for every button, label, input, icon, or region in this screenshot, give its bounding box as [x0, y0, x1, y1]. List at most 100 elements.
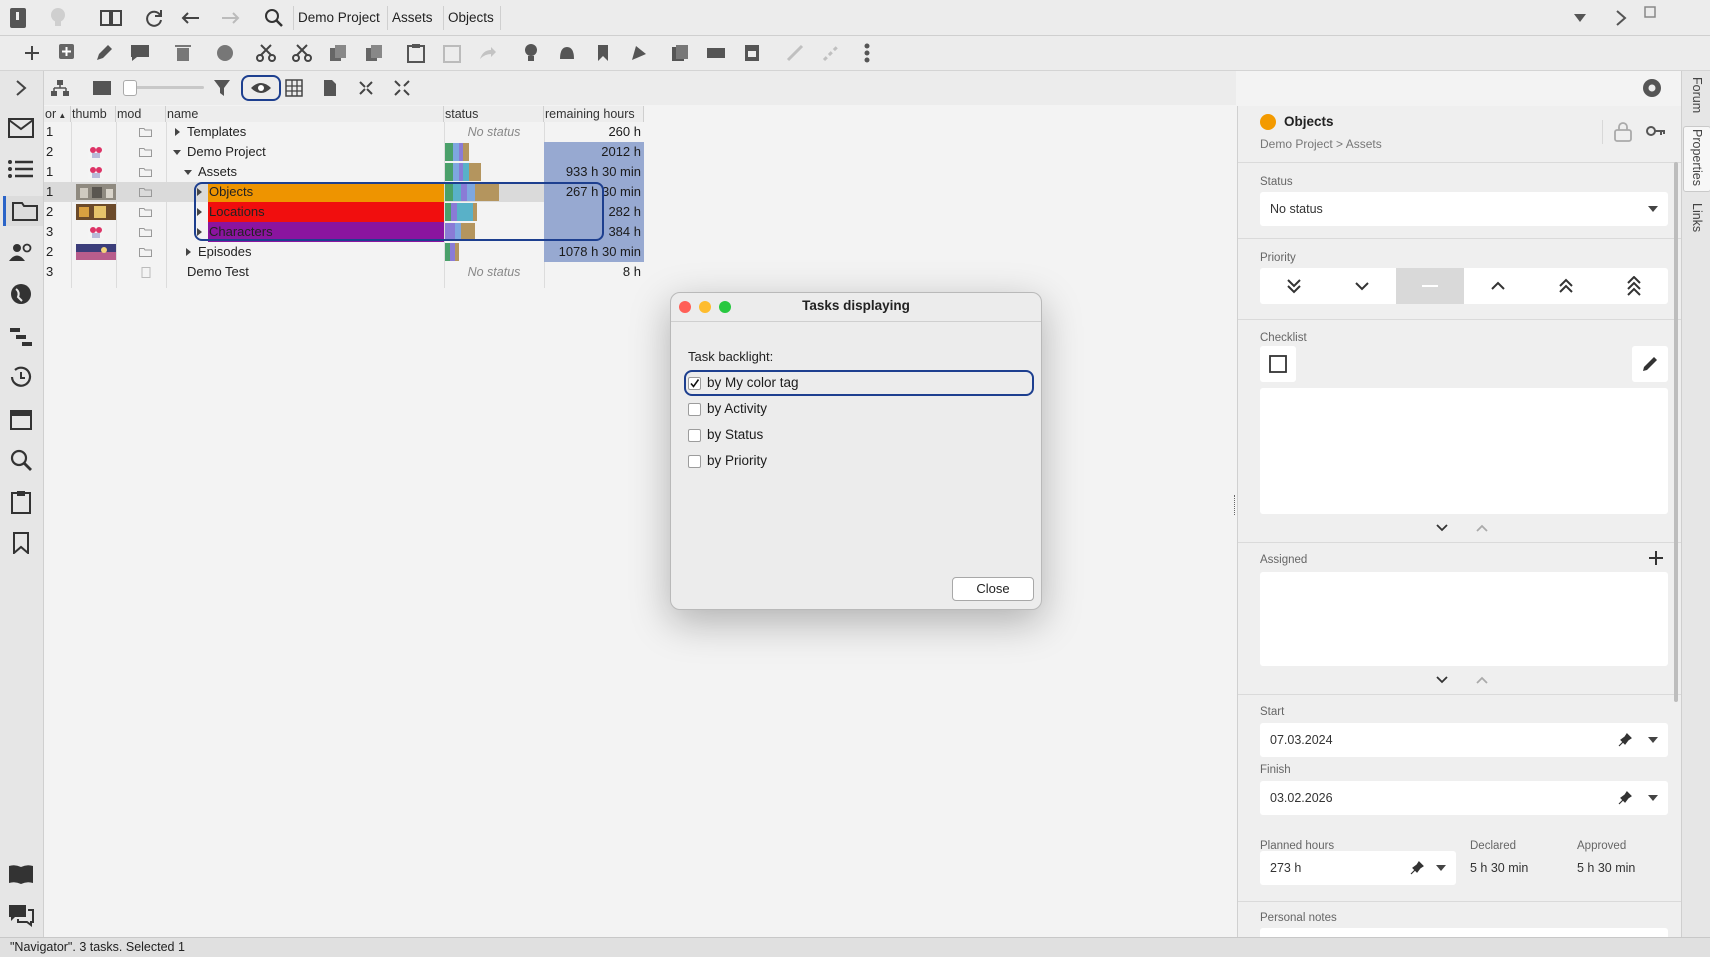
edit-pencil-icon[interactable]: [92, 41, 116, 65]
add-subtask-icon[interactable]: [56, 41, 80, 65]
slider-handle[interactable]: [123, 80, 137, 96]
stack-icon[interactable]: [668, 41, 692, 65]
row-name[interactable]: Characters: [208, 222, 444, 242]
expand-triangle-down-icon[interactable]: [183, 162, 195, 182]
option-label[interactable]: by Status: [707, 427, 763, 442]
planned-hours-field[interactable]: 273 h: [1260, 851, 1456, 885]
row-name[interactable]: Demo Project: [186, 142, 444, 162]
option-checkbox[interactable]: [688, 377, 701, 390]
dropdown-arrow-icon[interactable]: [1648, 795, 1658, 801]
add-icon[interactable]: [20, 41, 44, 65]
assigned-area[interactable]: [1260, 572, 1668, 666]
personal-notes-area[interactable]: [1260, 928, 1668, 937]
idea-bulb-icon[interactable]: [519, 41, 543, 65]
breadcrumb-objects[interactable]: Objects: [443, 6, 501, 30]
checklist-add-checkbox[interactable]: [1260, 346, 1296, 382]
priority-normal-button[interactable]: [1396, 268, 1464, 304]
column-header-name[interactable]: name: [166, 106, 444, 122]
table-row[interactable]: 1 Assets 933 h 30 min: [44, 162, 644, 182]
bookmark-icon[interactable]: [591, 41, 615, 65]
table-row[interactable]: 2 Locations 282 h: [44, 202, 644, 222]
option-label[interactable]: by Activity: [707, 401, 767, 416]
sidebar-calendar-icon[interactable]: [6, 404, 36, 434]
expand-triangle-right-icon[interactable]: [194, 222, 206, 242]
tab-properties[interactable]: Properties: [1690, 129, 1704, 186]
tag-icon[interactable]: [627, 41, 651, 65]
lock-icon[interactable]: [1614, 122, 1632, 142]
chevron-right-icon[interactable]: [1609, 6, 1633, 30]
status-select[interactable]: No status: [1260, 192, 1668, 226]
panels-icon[interactable]: [99, 6, 123, 30]
option-checkbox[interactable]: [688, 455, 701, 468]
table-row[interactable]: 1 Templates No status 260 h: [44, 122, 644, 142]
delete-trash-icon[interactable]: [171, 41, 195, 65]
sidebar-bookmark-icon[interactable]: [6, 528, 36, 558]
row-status[interactable]: [444, 242, 544, 262]
cut-alt-icon[interactable]: [290, 41, 314, 65]
row-name[interactable]: Templates: [186, 122, 444, 142]
priority-high-button[interactable]: [1464, 268, 1532, 304]
comment-edit-icon[interactable]: [128, 41, 152, 65]
start-date-field[interactable]: 07.03.2024: [1260, 723, 1668, 757]
column-header-remaining-hours[interactable]: remaining hours: [544, 106, 644, 122]
sidebar-gantt-icon[interactable]: [6, 321, 36, 351]
row-status[interactable]: [444, 182, 544, 202]
checklist-collapse-chevron-icon[interactable]: [1476, 524, 1488, 532]
row-name[interactable]: Objects: [208, 182, 444, 202]
expand-triangle-right-icon[interactable]: [194, 202, 206, 222]
sidebar-history-icon[interactable]: [6, 362, 36, 392]
more-vertical-icon[interactable]: [855, 41, 879, 65]
tasks-displaying-eye-button[interactable]: [241, 75, 281, 101]
dropdown-triangle-icon[interactable]: [1568, 6, 1592, 30]
priority-higher-button[interactable]: [1532, 268, 1600, 304]
pin-icon[interactable]: [1618, 733, 1632, 747]
panel-scrollbar[interactable]: [1674, 162, 1678, 702]
key-icon[interactable]: [1646, 124, 1666, 138]
link-disabled-icon[interactable]: [783, 41, 807, 65]
cut-icon[interactable]: [254, 41, 278, 65]
paste-icon[interactable]: [404, 41, 428, 65]
row-name[interactable]: Demo Test: [186, 262, 444, 282]
pin-icon[interactable]: [1618, 791, 1632, 805]
checklist-edit-pencil-icon[interactable]: [1632, 346, 1668, 382]
sidebar-expand-chevron-icon[interactable]: [6, 73, 36, 103]
row-status[interactable]: [444, 162, 544, 182]
priority-low-button[interactable]: [1328, 268, 1396, 304]
column-header-thumb[interactable]: thumb: [71, 106, 116, 122]
checklist-expand-chevron-icon[interactable]: [1436, 524, 1448, 532]
finish-date-field[interactable]: 03.02.2026: [1260, 781, 1668, 815]
row-status[interactable]: [444, 202, 544, 222]
add-assignee-icon[interactable]: [1648, 550, 1664, 566]
unlink-disabled-icon[interactable]: [819, 41, 843, 65]
column-header-mod[interactable]: mod: [116, 106, 166, 122]
sidebar-clipboard-icon[interactable]: [6, 487, 36, 517]
table-row[interactable]: 2 Demo Project 2012 h: [44, 142, 644, 162]
sidebar-navigator-folder-icon[interactable]: [3, 196, 43, 226]
export-icon[interactable]: [740, 41, 764, 65]
hierarchy-icon[interactable]: [48, 76, 72, 100]
sidebar-wiki-book-icon[interactable]: [6, 859, 36, 889]
table-row[interactable]: 3 Demo Test No status 8 h: [44, 262, 644, 282]
option-checkbox[interactable]: [688, 429, 701, 442]
search-icon[interactable]: [262, 6, 286, 30]
pin-icon[interactable]: [1410, 861, 1424, 875]
column-header-status[interactable]: status: [444, 106, 544, 122]
row-status[interactable]: No status: [444, 262, 544, 282]
window-restore-icon[interactable]: [1638, 0, 1662, 24]
table-view-icon[interactable]: [282, 76, 306, 100]
row-name[interactable]: Locations: [208, 202, 444, 222]
table-row[interactable]: 3 Characters 384 h: [44, 222, 644, 242]
option-label[interactable]: by Priority: [707, 453, 767, 468]
refresh-icon[interactable]: [142, 6, 166, 30]
breadcrumb-assets[interactable]: Assets: [387, 6, 437, 30]
close-button[interactable]: Close: [952, 577, 1034, 601]
alarm-icon[interactable]: [555, 41, 579, 65]
sidebar-list-icon[interactable]: [6, 154, 36, 184]
priority-highest-button[interactable]: [1600, 268, 1668, 304]
assigned-expand-chevron-icon[interactable]: [1436, 676, 1448, 684]
expand-triangle-down-icon[interactable]: [172, 142, 184, 162]
sidebar-people-icon[interactable]: [6, 237, 36, 267]
paste-disabled-icon[interactable]: [440, 41, 464, 65]
forward-arrow-icon[interactable]: [219, 6, 243, 30]
back-arrow-icon[interactable]: [178, 6, 202, 30]
